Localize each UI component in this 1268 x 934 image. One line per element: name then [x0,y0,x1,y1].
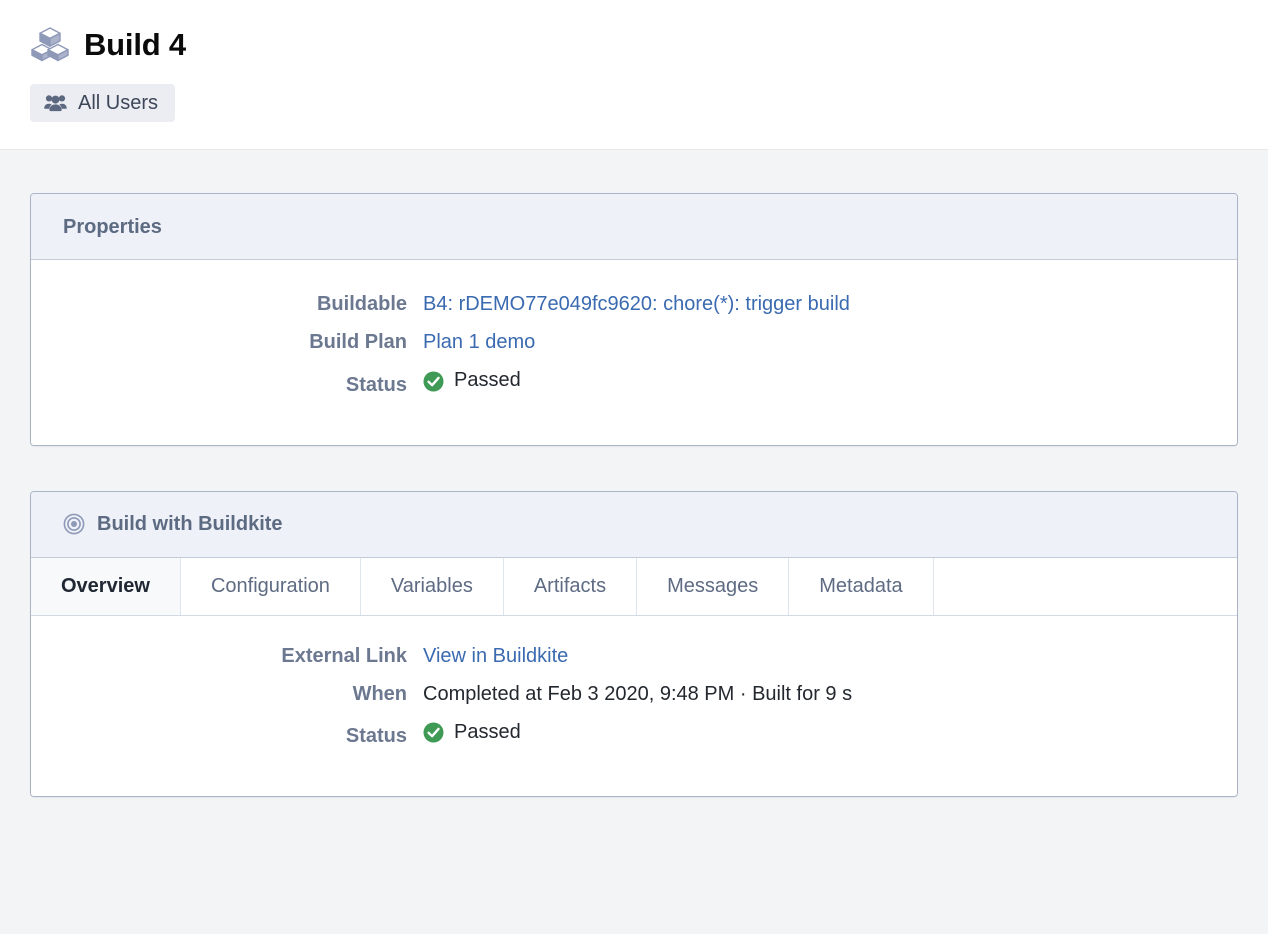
tab-variables[interactable]: Variables [360,557,504,615]
status-badge: Passed [454,720,521,743]
tab-artifacts[interactable]: Artifacts [503,557,638,615]
page-title: Build 4 [84,26,186,62]
property-row-when: When Completed at Feb 3 2020, 9:48 PM · … [31,680,1237,708]
buildable-link[interactable]: B4: rDEMO77e049fc9620: chore(*): trigger… [423,290,850,318]
tag-row: All Users [0,84,1268,122]
property-label: Buildable [316,293,407,315]
tab-messages[interactable]: Messages [637,557,790,615]
property-value: Passed [423,366,521,394]
tab-metadata[interactable]: Metadata [789,557,934,615]
tab-bar-filler [933,557,1237,615]
property-value: Plan 1 demo [423,328,535,356]
all-users-tag[interactable]: All Users [30,84,176,122]
buildkite-panel-title: Build with Buildkite [97,513,283,535]
properties-panel-title: Properties [63,215,162,238]
properties-panel-body: Buildable B4: rDEMO77e049fc9620: chore(*… [31,260,1237,445]
property-row-status: Status Passed [31,718,1237,751]
properties-panel: Properties Buildable B4: rDEMO77e049fc96… [30,193,1238,446]
property-value: B4: rDEMO77e049fc9620: chore(*): trigger… [423,290,850,318]
when-value: Completed at Feb 3 2020, 9:48 PM · Built… [423,682,853,705]
all-users-tag-label: All Users [78,92,159,114]
property-label: Status [345,373,407,396]
tab-overview[interactable]: Overview [31,557,181,615]
check-circle-icon [423,722,444,743]
property-label: Status [345,725,407,747]
external-link[interactable]: View in Buildkite [423,642,568,670]
property-row-buildable: Buildable B4: rDEMO77e049fc9620: chore(*… [31,290,1237,318]
buildkite-tab-bar: Overview Configuration Variables Artifac… [31,557,1237,616]
users-icon [44,93,67,113]
property-label: When [352,682,407,705]
page-header: Build 4 All Users [0,0,1268,150]
build-plan-link[interactable]: Plan 1 demo [423,328,535,356]
buildkite-panel: Build with Buildkite Overview Configurat… [30,490,1238,797]
status-badge: Passed [454,369,521,391]
buildkite-panel-header: Build with Buildkite [31,491,1237,558]
property-row-external-link: External Link View in Buildkite [31,642,1237,670]
check-circle-icon [423,371,444,392]
target-icon [63,513,85,535]
property-value: Passed [423,718,521,746]
tab-configuration[interactable]: Configuration [180,557,361,615]
property-label: Build Plan [309,331,407,353]
property-row-build-plan: Build Plan Plan 1 demo [31,328,1237,356]
property-value: View in Buildkite [423,642,568,670]
property-row-status: Status Passed [31,366,1237,399]
properties-panel-header: Properties [31,194,1237,260]
breadcrumb: Build 4 [0,16,1268,72]
cubes-icon [30,24,70,64]
buildkite-panel-body: External Link View in Buildkite When Com… [31,615,1237,796]
main-content: Properties Buildable B4: rDEMO77e049fc96… [0,150,1268,797]
property-label: External Link [281,644,407,667]
